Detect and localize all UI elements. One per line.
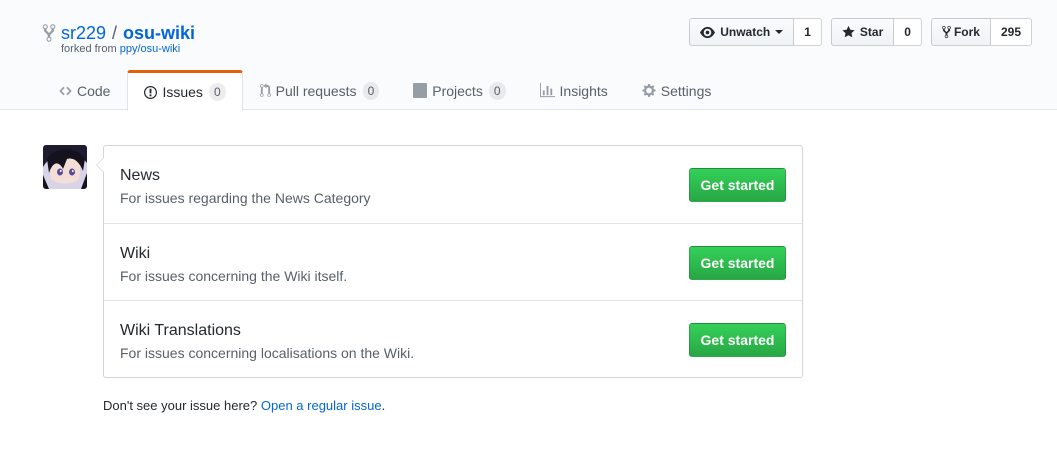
- tab-projects-label: Projects: [432, 82, 483, 99]
- tab-insights[interactable]: Insights: [523, 70, 625, 110]
- tab-insights-label: Insights: [559, 82, 608, 99]
- watch-group: Unwatch 1: [689, 18, 822, 46]
- projects-counter: 0: [488, 81, 506, 100]
- repo-actions: Unwatch 1 Star 0 Fork 295: [689, 18, 1032, 46]
- tab-pull-requests-label: Pull requests: [275, 82, 357, 99]
- template-row-news: News For issues regarding the News Categ…: [104, 146, 802, 223]
- code-icon: [59, 86, 72, 95]
- repo-header: sr229 / osu-wiki forked from ppy/osu-wik…: [0, 0, 1057, 111]
- open-regular-issue-link[interactable]: Open a regular issue: [261, 398, 382, 413]
- avatar[interactable]: [43, 145, 87, 189]
- tab-issues[interactable]: Issues 0: [127, 70, 243, 111]
- template-description: For issues concerning the Wiki itself.: [120, 268, 348, 284]
- template-name: Wiki: [120, 245, 151, 262]
- star-icon: [842, 25, 855, 38]
- eye-icon: [700, 26, 716, 38]
- star-label: Star: [859, 25, 884, 39]
- star-group: Star 0: [830, 18, 922, 46]
- unwatch-label: Unwatch: [720, 25, 771, 39]
- watchers-count[interactable]: 1: [794, 18, 822, 46]
- tab-code-label: Code: [77, 82, 111, 99]
- stargazers-count[interactable]: 0: [894, 18, 922, 46]
- repo-forked-icon: [942, 25, 951, 39]
- issue-templates-box: News For issues regarding the News Categ…: [96, 145, 803, 378]
- template-row-wiki-translations: Wiki Translations For issues concerning …: [104, 300, 802, 377]
- fork-group: Fork 295: [930, 18, 1032, 46]
- star-button[interactable]: Star: [830, 18, 895, 46]
- template-name: News: [120, 167, 161, 184]
- graph-icon: [539, 83, 555, 98]
- tab-settings[interactable]: Settings: [625, 70, 729, 110]
- get-started-button[interactable]: Get started: [689, 323, 786, 357]
- regular-issue-note: Don't see your issue here? Open a regula…: [103, 397, 385, 415]
- fork-button[interactable]: Fork: [930, 18, 991, 46]
- pull-requests-counter: 0: [362, 81, 380, 100]
- get-started-button[interactable]: Get started: [689, 246, 786, 280]
- fork-label: Fork: [953, 25, 980, 39]
- regular-issue-suffix: .: [381, 398, 386, 413]
- git-pull-request-icon: [259, 83, 271, 97]
- tab-code[interactable]: Code: [42, 70, 127, 110]
- unwatch-button[interactable]: Unwatch: [689, 18, 795, 46]
- template-description: For issues regarding the News Category: [120, 190, 371, 206]
- issues-counter: 0: [208, 83, 226, 101]
- repo-forked-icon: [42, 24, 56, 42]
- repo-nav: Code Issues 0 Pull requests 0 Projects 0: [42, 70, 729, 111]
- user-avatar-image: [43, 145, 87, 189]
- issue-opened-icon: [144, 85, 158, 99]
- chevron-down-icon: [775, 30, 784, 34]
- forks-count[interactable]: 295: [990, 18, 1032, 46]
- project-icon: [413, 83, 428, 98]
- regular-issue-prefix: Don't see your issue here?: [103, 398, 258, 413]
- get-started-button[interactable]: Get started: [689, 168, 786, 202]
- forked-from-note: forked from ppy/osu-wiki: [61, 42, 180, 56]
- gear-icon: [642, 83, 656, 98]
- template-description: For issues concerning localisations on t…: [120, 345, 415, 361]
- tab-pull-requests[interactable]: Pull requests 0: [243, 70, 397, 110]
- tab-issues-label: Issues: [162, 84, 203, 100]
- forked-from-link[interactable]: ppy/osu-wiki: [120, 43, 181, 55]
- template-name: Wiki Translations: [120, 322, 241, 339]
- tab-settings-label: Settings: [660, 82, 712, 99]
- forked-from-prefix: forked from: [61, 43, 117, 55]
- template-row-wiki: Wiki For issues concerning the Wiki itse…: [104, 223, 802, 300]
- tab-projects[interactable]: Projects 0: [396, 70, 522, 110]
